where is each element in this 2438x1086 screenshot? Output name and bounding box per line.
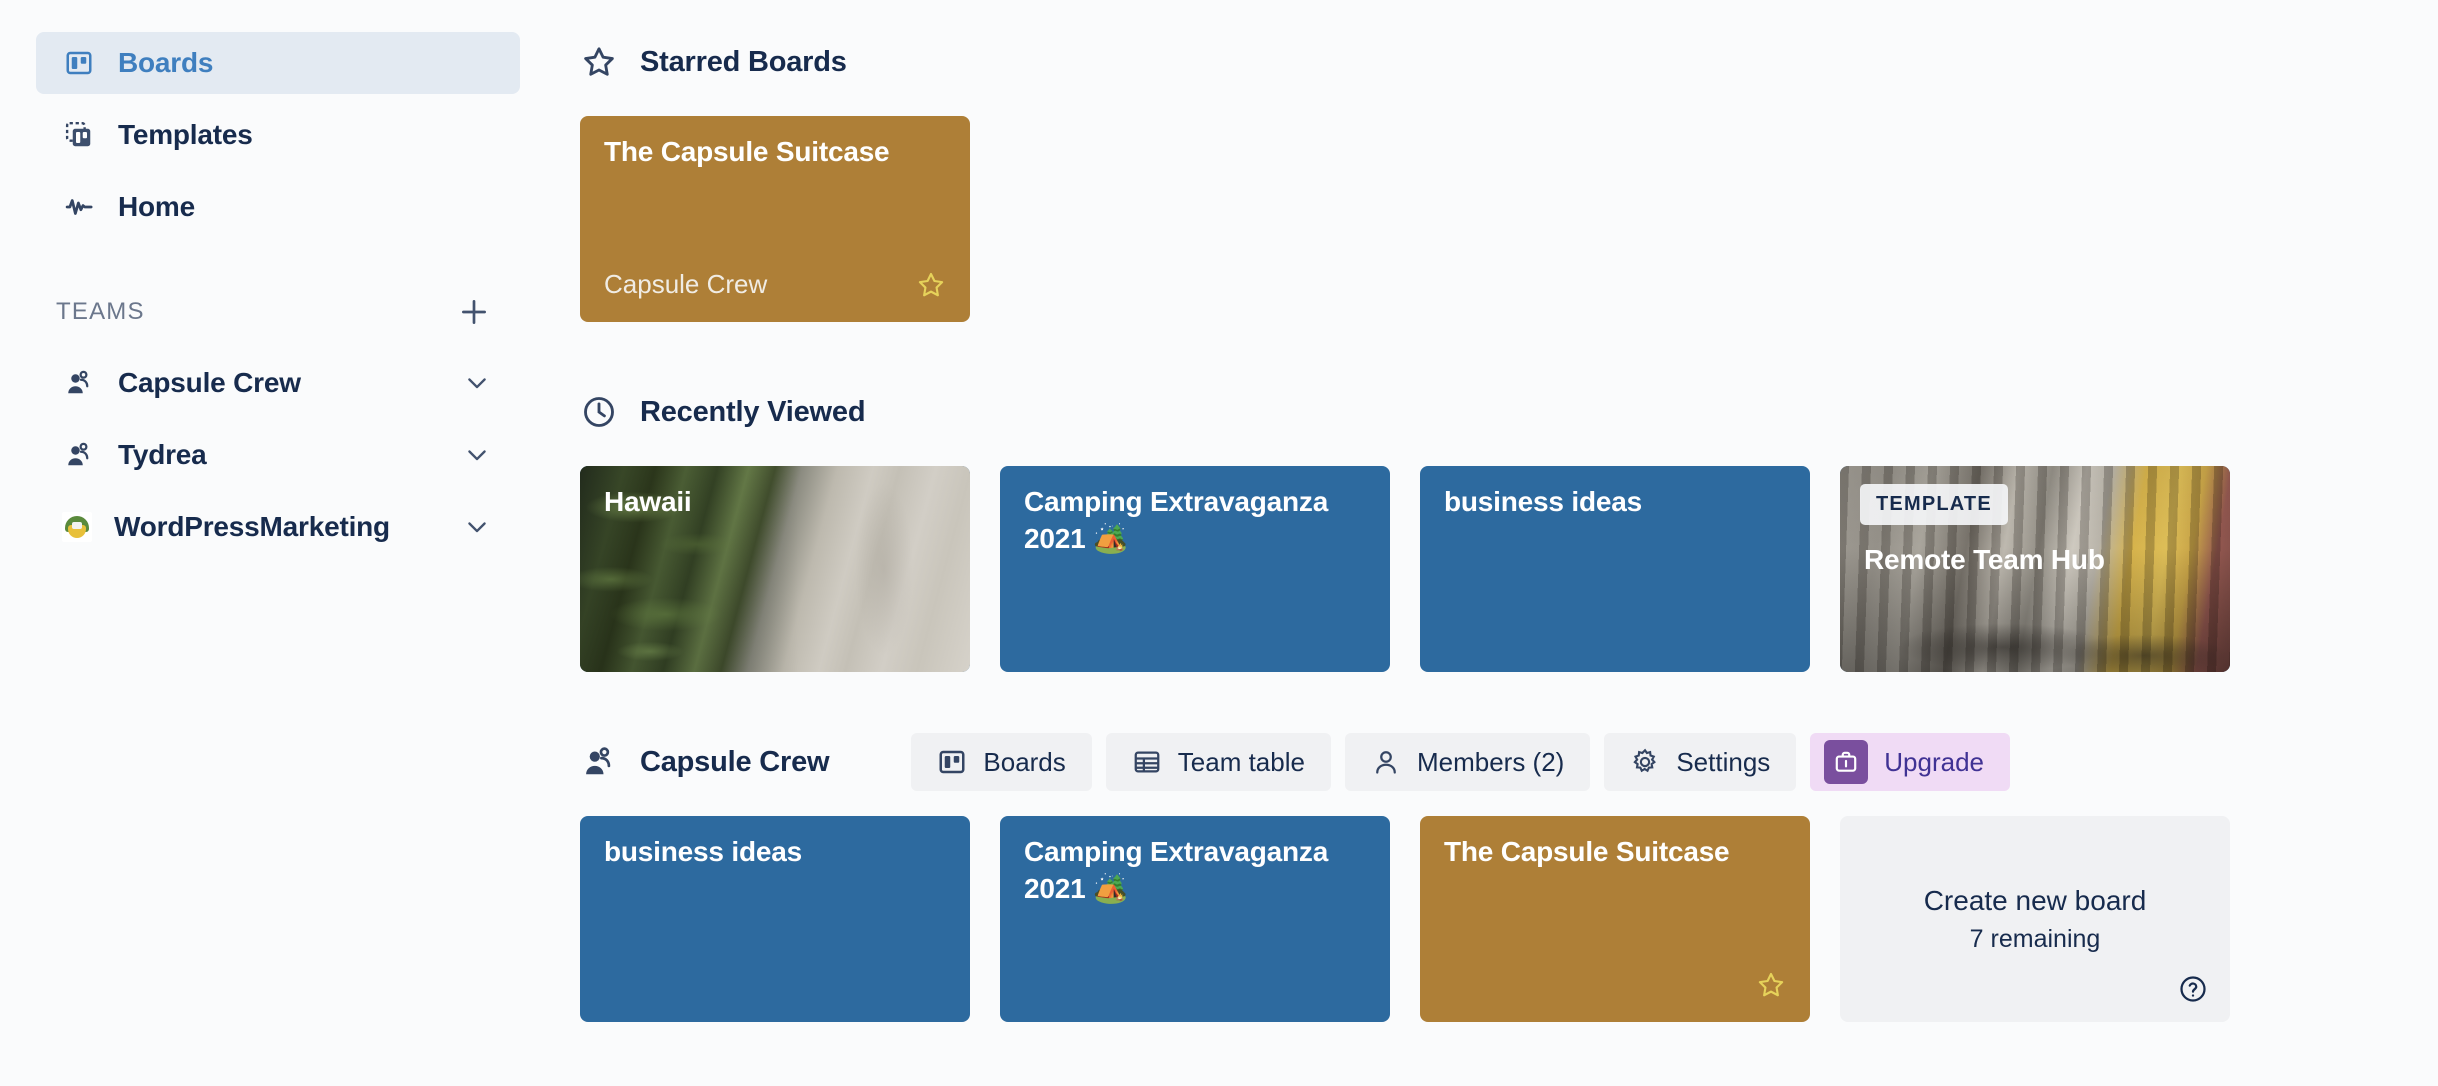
chevron-down-icon[interactable] [460, 510, 494, 544]
table-icon [1132, 747, 1162, 777]
board-card-business-ideas[interactable]: business ideas [1420, 466, 1810, 672]
sidebar-item-templates[interactable]: Templates [36, 104, 520, 166]
sidebar-item-home[interactable]: Home [36, 176, 520, 238]
sidebar-team-label: Tydrea [118, 439, 207, 470]
sidebar-team-tydrea[interactable]: Tydrea [36, 424, 520, 486]
recently-viewed-header: Recently Viewed [580, 384, 2438, 440]
board-icon [937, 747, 967, 777]
team-boards-grid: business ideas Camping Extravaganza 2021… [580, 816, 2438, 1022]
board-card-camping-extravaganza[interactable]: Camping Extravaganza 2021 🏕️ [1000, 816, 1390, 1022]
boards-remaining-label: 7 remaining [1969, 924, 2101, 953]
sidebar-team-label: WordPressMarketing [114, 511, 390, 542]
recently-viewed-grid: Hawaii Camping Extravaganza 2021 🏕️ busi… [580, 466, 2438, 672]
sidebar-item-boards[interactable]: Boards [36, 32, 520, 94]
teams-section-label: TEAMS [56, 298, 145, 325]
star-icon[interactable] [916, 270, 946, 300]
template-badge: TEMPLATE [1860, 484, 2008, 525]
sidebar: Boards Templates Home TEAMS Capsule Crew… [0, 0, 556, 1086]
board-title: Remote Team Hub [1864, 544, 2105, 575]
section-title: Recently Viewed [640, 395, 866, 428]
team-table-button[interactable]: Team table [1105, 733, 1331, 791]
button-label: Team table [1177, 746, 1305, 777]
sidebar-item-label: Templates [118, 119, 253, 150]
help-circle-icon[interactable] [2178, 974, 2208, 1004]
starred-boards-header: Starred Boards [580, 34, 2438, 90]
board-card-hawaii[interactable]: Hawaii [580, 466, 970, 672]
clock-icon [580, 393, 618, 431]
create-new-board-tile[interactable]: Create new board 7 remaining [1840, 816, 2230, 1022]
plus-icon[interactable] [454, 292, 494, 332]
board-card-the-capsule-suitcase[interactable]: The Capsule Suitcase Capsule Crew [580, 116, 970, 322]
team-people-icon [62, 366, 96, 400]
button-label: Members (2) [1416, 746, 1565, 777]
button-label: Settings [1676, 746, 1771, 777]
recently-viewed-section: Recently Viewed Hawaii Camping Extravaga… [580, 384, 2438, 672]
teams-header: TEAMS [36, 290, 520, 334]
team-action-buttons: Boards Team table Members (2) Settings U… [911, 733, 2011, 791]
board-title: Hawaii [604, 486, 692, 517]
board-icon [62, 46, 96, 80]
section-title: Starred Boards [640, 45, 847, 78]
board-title: business ideas [604, 836, 802, 867]
board-card-business-ideas[interactable]: business ideas [580, 816, 970, 1022]
main-content: Starred Boards The Capsule Suitcase Caps… [556, 0, 2438, 1086]
star-outline-icon [580, 43, 618, 81]
team-people-icon [62, 438, 96, 472]
team-boards-button[interactable]: Boards [911, 733, 1092, 791]
chevron-down-icon[interactable] [460, 366, 494, 400]
team-people-icon [580, 743, 618, 781]
board-title: business ideas [1444, 486, 1642, 517]
board-title: Camping Extravaganza 2021 🏕️ [1024, 486, 1329, 554]
create-new-board-label: Create new board [1923, 884, 2147, 916]
gear-icon [1630, 747, 1660, 777]
chevron-down-icon[interactable] [460, 438, 494, 472]
sidebar-team-capsule-crew[interactable]: Capsule Crew [36, 352, 520, 414]
sidebar-team-label: Capsule Crew [118, 367, 301, 398]
board-title: The Capsule Suitcase [604, 136, 890, 167]
activity-icon [62, 190, 96, 224]
sidebar-item-label: Boards [118, 47, 214, 78]
sidebar-team-wordpressmarketing[interactable]: WordPressMarketing [36, 496, 520, 558]
board-title: Camping Extravaganza 2021 🏕️ [1024, 836, 1329, 904]
starred-boards-grid: The Capsule Suitcase Capsule Crew [580, 116, 2438, 322]
board-title: The Capsule Suitcase [1444, 836, 1730, 867]
templates-icon [62, 118, 96, 152]
boards-home-page: Boards Templates Home TEAMS Capsule Crew… [0, 0, 2438, 1086]
team-section-header: Capsule Crew Boards Team table Members (… [580, 733, 2438, 791]
team-settings-button[interactable]: Settings [1604, 733, 1797, 791]
button-label: Boards [983, 746, 1066, 777]
person-icon [1371, 747, 1401, 777]
team-section-capsule-crew: Capsule Crew Boards Team table Members (… [580, 733, 2438, 1022]
board-card-remote-team-hub[interactable]: TEMPLATE Remote Team Hub [1840, 466, 2230, 672]
sidebar-item-label: Home [118, 191, 195, 222]
star-icon[interactable] [1756, 970, 1786, 1000]
board-card-camping-extravaganza[interactable]: Camping Extravaganza 2021 🏕️ [1000, 466, 1390, 672]
board-team-name: Capsule Crew [604, 269, 768, 299]
starred-boards-section: Starred Boards The Capsule Suitcase Caps… [580, 34, 2438, 322]
team-avatar-image [62, 512, 92, 542]
team-members-button[interactable]: Members (2) [1344, 733, 1591, 791]
team-upgrade-button[interactable]: Upgrade [1810, 733, 2011, 791]
board-card-the-capsule-suitcase[interactable]: The Capsule Suitcase [1420, 816, 1810, 1022]
briefcase-icon [1824, 740, 1869, 784]
team-name: Capsule Crew [640, 745, 830, 778]
button-label: Upgrade [1884, 746, 1985, 777]
